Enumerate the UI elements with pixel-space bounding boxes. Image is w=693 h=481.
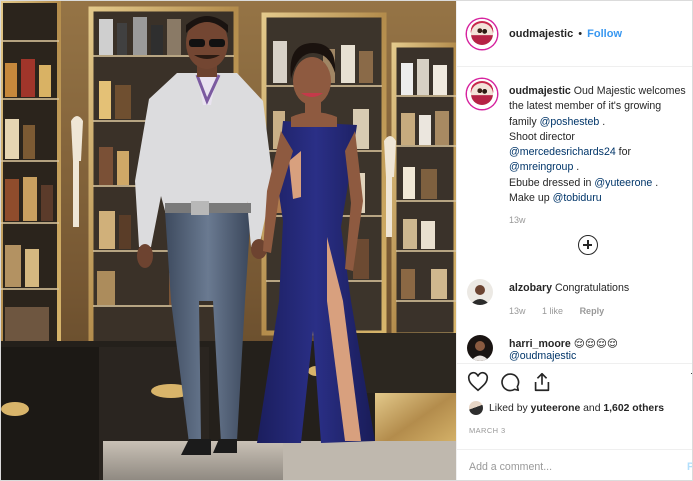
add-comment-input[interactable]: Add a comment... [469, 461, 552, 473]
liked-by-prefix: Liked by [489, 402, 528, 414]
commenter-username-link[interactable]: harri_moore [509, 338, 571, 350]
post-header: oudmajestic • Follow [457, 1, 692, 67]
photo-illustration [1, 1, 456, 480]
caption-line-7: Ebube dressed in @yuteerone . [509, 176, 692, 191]
caption-body: oudmajestic Oud Majestic welcomes the la… [509, 84, 692, 229]
caption-line-1: oudmajestic Oud Majestic welcomes [509, 84, 692, 99]
comment-text: 😌😌😌😌 [573, 338, 618, 350]
comment-text-line: harri_moore 😌😌😌😌 @oudmajestic [509, 338, 618, 362]
caption-text-lines: the latest member of it's growing family … [509, 99, 692, 206]
comment-timestamp: 13w [509, 306, 526, 316]
caption-text: . [599, 115, 606, 128]
avatar[interactable] [467, 18, 497, 49]
post-comment-button[interactable]: P [687, 461, 692, 473]
likes-count-link[interactable]: 1,602 others [603, 403, 664, 414]
post-date[interactable]: MARCH 3 [469, 426, 506, 435]
instagram-post-window: oudmajestic • Follow oudmajestic Oud Maj… [0, 0, 693, 481]
mention-link[interactable]: @mreingroup [509, 161, 573, 173]
comment-mention-link[interactable]: @oudmajestic [509, 350, 576, 362]
commenter-avatar[interactable] [467, 279, 493, 305]
caption-line-2: the latest member of it's growing [509, 99, 692, 114]
caption-line-4: Shoot director [509, 130, 692, 145]
caption-text: Shoot director [509, 130, 575, 143]
caption-text: family [509, 115, 540, 128]
commenter-avatar[interactable] [467, 335, 493, 361]
caption-line-8: Make up @tobiduru [509, 191, 692, 206]
comment-text-line: alzobary Congratulations [509, 282, 629, 294]
comment-meta: 13w 1 like Reply [509, 306, 618, 316]
comment-item: harri_moore 😌😌😌😌 @oudmajestic ♡ [467, 335, 692, 363]
comment-text: Congratulations [554, 282, 630, 294]
caption-line-5: @mercedesrichards24 for [509, 145, 692, 160]
follow-button[interactable]: Follow [587, 28, 622, 40]
likes-and: and [583, 402, 601, 414]
post-actions: Liked by yuteerone and 1,602 others MARC… [457, 363, 692, 480]
reply-button[interactable]: Reply [580, 306, 605, 316]
author-username-link[interactable]: oudmajestic [509, 28, 573, 40]
caption-avatar[interactable] [467, 79, 497, 109]
caption-text: Ebube dressed in [509, 176, 595, 189]
mention-link[interactable]: @tobiduru [553, 192, 602, 204]
commenter-username-link[interactable]: alzobary [509, 282, 552, 294]
separator-dot: • [578, 27, 583, 40]
caption-line-3: family @poshesteb . [509, 115, 692, 130]
header-author: oudmajestic • Follow [509, 28, 622, 40]
caption-text: . [652, 176, 659, 189]
comments-section[interactable]: oudmajestic Oud Majestic welcomes the la… [457, 67, 692, 363]
caption-timestamp[interactable]: 13w [509, 213, 692, 228]
liker-avatar[interactable] [469, 401, 483, 415]
post-details-panel: oudmajestic • Follow oudmajestic Oud Maj… [456, 1, 692, 480]
add-comment-bar: Add a comment... P [457, 449, 692, 480]
comment-likes[interactable]: 1 like [542, 306, 563, 316]
mention-link[interactable]: @mercedesrichards24 [509, 146, 616, 158]
mention-link[interactable]: @poshesteb [540, 116, 600, 128]
liker-username-link[interactable]: yuteerone [531, 403, 581, 414]
comment-item: alzobary Congratulations 13w 1 like Repl… [467, 279, 692, 329]
caption-text: Make up [509, 192, 553, 205]
caption-username-link[interactable]: oudmajestic [509, 85, 571, 97]
caption-line-6: @mreingroup . [509, 160, 692, 175]
comment-icon[interactable] [499, 371, 521, 395]
action-icons [467, 371, 553, 395]
caption-text: for [615, 146, 632, 159]
share-icon[interactable] [531, 371, 553, 395]
caption-text: Oud Majestic welcomes [573, 85, 686, 97]
load-more-comments-plus-icon[interactable] [578, 235, 598, 255]
caption-text: . [573, 161, 580, 174]
post-photo[interactable] [1, 1, 456, 480]
caption-text: the latest member of it's growing [509, 100, 662, 113]
mention-link[interactable]: @yuteerone [594, 177, 652, 189]
likes-summary: Liked by yuteerone and 1,602 others [469, 401, 664, 415]
heart-icon[interactable] [467, 371, 489, 395]
